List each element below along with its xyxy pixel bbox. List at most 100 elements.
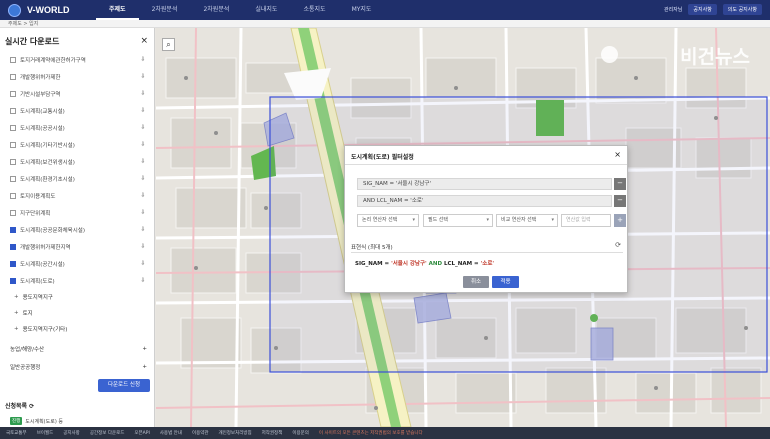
remove-condition-button[interactable]: −	[614, 178, 626, 190]
nav-tab-2d-analysis[interactable]: 2차원분석	[139, 0, 191, 20]
compare-operator-select[interactable]: 비교 연산자 선택 ▾	[496, 214, 558, 227]
footer-link[interactable]: 개인정보처리방침	[219, 430, 252, 436]
notice-button[interactable]: 공지사항	[688, 4, 717, 15]
footer-link[interactable]: 공간정보 다운로드	[90, 430, 125, 436]
download-icon[interactable]: ⇩	[139, 107, 147, 114]
layer-label: 도시계획(도로)	[20, 278, 55, 285]
refresh-icon[interactable]: ⟳	[615, 241, 621, 249]
layer-item[interactable]: 개발행위허가제한 ⇩	[10, 68, 147, 85]
nav-tab-thematic[interactable]: 주제도	[96, 0, 139, 20]
layer-checkbox[interactable]	[10, 141, 16, 148]
layer-label: 도시계획(공공시설)	[20, 125, 65, 132]
layer-item[interactable]: 도시계획(도로) ⇩	[10, 272, 147, 289]
nav-tab-2d-analysis-2[interactable]: 2차원분석	[190, 0, 242, 20]
layer-item[interactable]: 토지이용계획도 ⇩	[10, 187, 147, 204]
layer-item[interactable]: 기반시설부담구역 ⇩	[10, 85, 147, 102]
layer-group[interactable]: + 토지	[10, 305, 147, 321]
footer-link[interactable]: 오픈API	[134, 430, 149, 436]
download-icon[interactable]: ⇩	[139, 209, 147, 216]
layer-checkbox[interactable]	[10, 192, 16, 199]
download-icon[interactable]: ⇩	[139, 141, 147, 148]
search-icon[interactable]: ⌕	[162, 38, 175, 51]
request-list-item[interactable]: 진행 도시계획(도로) 등	[10, 417, 63, 425]
layer-item[interactable]: 개발행위허가제한지역 ⇩	[10, 238, 147, 255]
expression-label: 표현식 (최대 5개)	[351, 245, 393, 251]
download-icon[interactable]: ⇩	[139, 260, 147, 267]
section-agriculture[interactable]: 농업/해양/수산 +	[10, 341, 147, 357]
download-request-button[interactable]: 다운로드 신청	[98, 379, 150, 392]
layer-label: 지구단위계획	[20, 210, 51, 217]
cancel-button[interactable]: 취소	[463, 276, 489, 288]
remove-condition-button[interactable]: −	[614, 195, 626, 207]
layer-checkbox[interactable]	[10, 243, 16, 250]
layer-checkbox[interactable]	[10, 73, 16, 80]
add-condition-button[interactable]: +	[614, 214, 626, 227]
layer-item[interactable]: 지구단위계획 ⇩	[10, 204, 147, 221]
download-icon[interactable]: ⇩	[139, 192, 147, 199]
watermark-logo	[601, 46, 618, 63]
expand-icon: +	[14, 326, 19, 332]
nav-tab-my-map[interactable]: MY지도	[339, 0, 385, 20]
expand-icon: +	[14, 294, 19, 300]
value-input[interactable]: 연산값 입력	[561, 214, 611, 227]
layer-item[interactable]: 도시계획(교통시설) ⇩	[10, 102, 147, 119]
footer-link[interactable]: 브이월드	[37, 430, 54, 436]
group-label: 용도지역지구(기타)	[22, 327, 68, 333]
download-icon[interactable]: ⇩	[139, 243, 147, 250]
layer-label: 기반시설부담구역	[20, 91, 61, 98]
nav-tab-indoor[interactable]: 실내지도	[242, 0, 290, 20]
download-icon[interactable]: ⇩	[139, 277, 147, 284]
notice-button-2[interactable]: 의도 공지사항	[722, 4, 762, 15]
footer-link[interactable]: 저작권정책	[262, 430, 283, 436]
layer-item[interactable]: 도시계획(공간시설) ⇩	[10, 255, 147, 272]
layer-checkbox[interactable]	[10, 277, 16, 284]
request-item-label: 도시계획(도로) 등	[25, 418, 63, 425]
layer-group[interactable]: + 용도지역지구	[10, 289, 147, 305]
download-icon[interactable]: ⇩	[139, 226, 147, 233]
download-icon[interactable]: ⇩	[139, 90, 147, 97]
apply-button[interactable]: 적용	[492, 276, 519, 288]
layer-checkbox[interactable]	[10, 260, 16, 267]
layer-item[interactable]: 도시계획(공공문화체육시설) ⇩	[10, 221, 147, 238]
footer-link[interactable]: 국토교통부	[6, 430, 27, 436]
footer-link[interactable]: 이용문의	[292, 430, 309, 436]
download-icon[interactable]: ⇩	[139, 175, 147, 182]
footer-link[interactable]: 사용법 안내	[160, 430, 182, 436]
layer-checkbox[interactable]	[10, 56, 16, 63]
section-public-admin[interactable]: 일반공공행정 +	[10, 359, 147, 375]
condition-row: SIG_NAM = '서울시 강남구'	[357, 178, 612, 190]
footer-link[interactable]: 이용약관	[192, 430, 209, 436]
user-link[interactable]: 관리자님	[664, 6, 682, 13]
layer-group[interactable]: + 용도지역지구(기타)	[10, 321, 147, 337]
layer-checkbox[interactable]	[10, 226, 16, 233]
layer-checkbox[interactable]	[10, 107, 16, 114]
layer-item[interactable]: 도시계획(보건위생시설) ⇩	[10, 153, 147, 170]
download-icon[interactable]: ⇩	[139, 158, 147, 165]
divider	[345, 164, 627, 165]
download-icon[interactable]: ⇩	[139, 73, 147, 80]
download-icon[interactable]: ⇩	[139, 124, 147, 131]
expand-icon: +	[14, 310, 19, 316]
layer-checkbox[interactable]	[10, 175, 16, 182]
section-label: 일반공공행정	[10, 365, 41, 371]
layer-checkbox[interactable]	[10, 124, 16, 131]
group-label: 용도지역지구	[22, 295, 53, 301]
layer-item[interactable]: 도시계획(환경기초시설) ⇩	[10, 170, 147, 187]
layer-item[interactable]: 토지거래계약에관한허가구역 ⇩	[10, 51, 147, 68]
logo-text: V-WORLD	[27, 5, 70, 15]
logic-operator-select[interactable]: 논리 연산자 선택 ▾	[357, 214, 419, 227]
close-icon[interactable]: ×	[614, 150, 621, 159]
nav-tab-communication[interactable]: 소통지도	[290, 0, 338, 20]
download-icon[interactable]: ⇩	[139, 56, 147, 63]
vworld-logo[interactable]: V-WORLD	[8, 3, 96, 17]
group-label: 토지	[22, 311, 33, 317]
layer-checkbox[interactable]	[10, 90, 16, 97]
layer-checkbox[interactable]	[10, 158, 16, 165]
layer-item[interactable]: 도시계획(공공시설) ⇩	[10, 119, 147, 136]
close-icon[interactable]: ×	[140, 36, 148, 46]
layer-checkbox[interactable]	[10, 209, 16, 216]
layer-item[interactable]: 도시계획(기타기반시설) ⇩	[10, 136, 147, 153]
status-badge: 진행	[10, 417, 23, 425]
footer-link[interactable]: 공지사항	[63, 430, 80, 436]
field-select[interactable]: 필드 선택 ▾	[423, 214, 493, 227]
